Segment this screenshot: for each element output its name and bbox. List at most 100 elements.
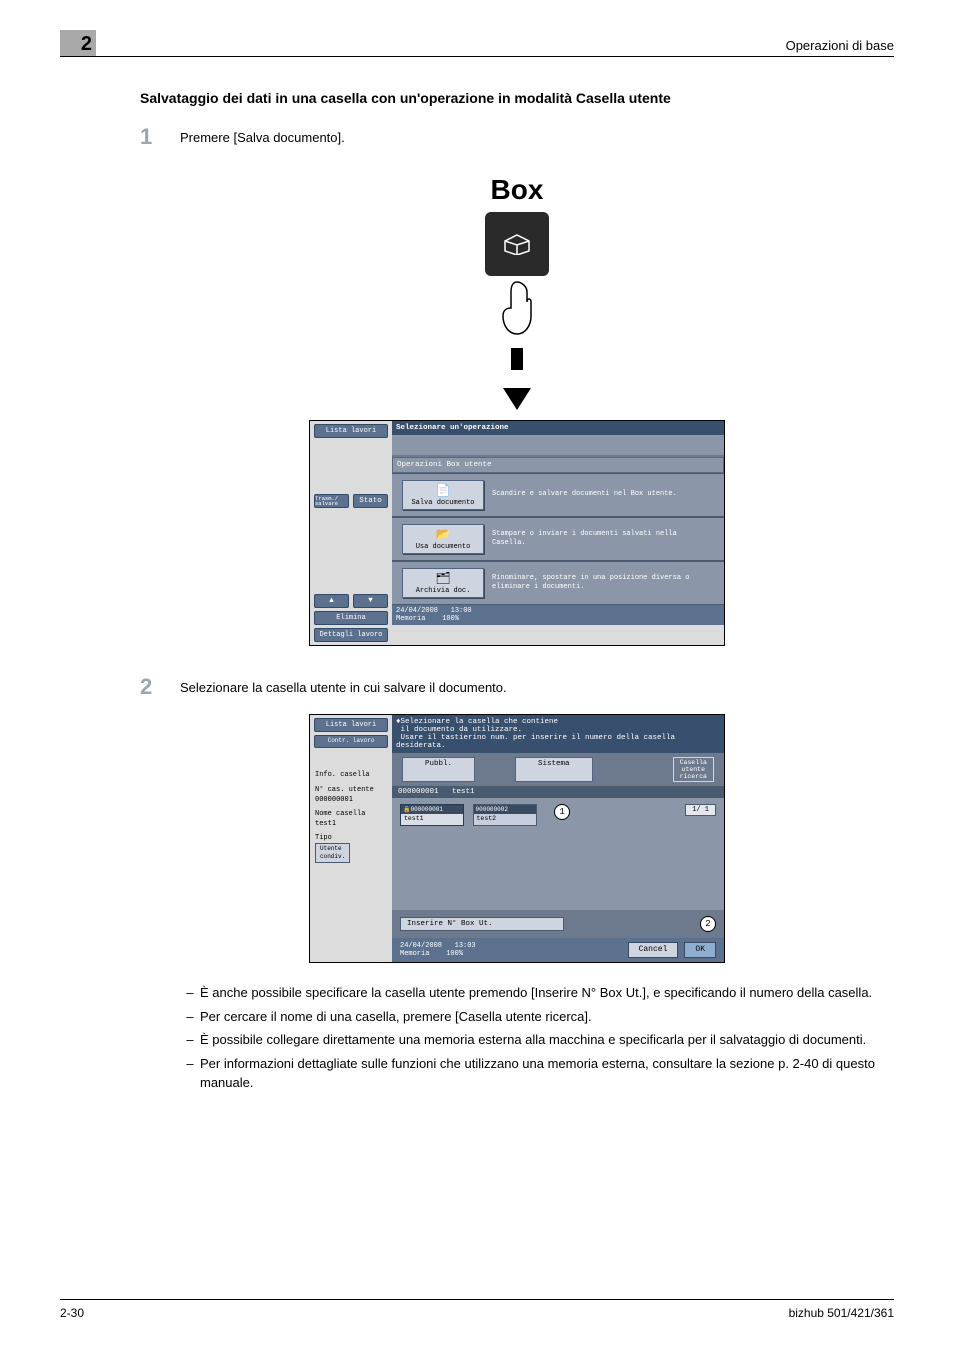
enter-box-number-button[interactable]: Inserire N° Box Ut. — [400, 917, 564, 931]
delete-button[interactable]: Elimina — [314, 611, 388, 625]
page: 2 Operazioni di base Salvataggio dei dat… — [0, 0, 954, 1350]
box-num-label: N° cas. utente — [315, 786, 387, 795]
box-num-val: 000000001 — [315, 795, 387, 804]
bullet-1: –È anche possibile specificare la casell… — [180, 983, 894, 1003]
status2-date: 24/04/2008 — [400, 942, 442, 950]
footer: 2-30 bizhub 501/421/361 — [60, 1299, 894, 1320]
step-2-number: 2 — [140, 674, 180, 700]
step-1-number: 1 — [140, 124, 180, 150]
list-header-num: 000000001 — [398, 788, 439, 796]
status2-mem-val: 100% — [446, 950, 463, 958]
box-name-val: test1 — [315, 819, 387, 828]
save-document-label: Salva documento — [411, 499, 474, 507]
callout-2: 2 — [700, 916, 716, 932]
bullet-2: –Per cercare il nome di una casella, pre… — [180, 1007, 894, 1027]
box-list-area: 🔒000000001 test1 000000002 test2 1 1/ 1 — [392, 798, 724, 910]
step-1-text: Premere [Salva documento]. — [180, 124, 345, 145]
footer-page: 2-30 — [60, 1306, 84, 1320]
box-type-val: Utente condiv. — [315, 843, 350, 863]
job-control-button[interactable]: Contr. lavoro — [314, 735, 388, 748]
figure-screen-1: Lista lavori Trasm./ salvare Stato ▲ ▼ E… — [140, 420, 894, 646]
bullet-4-text: Per informazioni dettagliate sulle funzi… — [200, 1054, 894, 1093]
step-1: 1 Premere [Salva documento]. — [140, 124, 894, 150]
dialog-buttons: 24/04/2008 13:03 Memoria 100% Cancel OK — [392, 938, 724, 962]
file-document-button[interactable]: 🗂 Archivia doc. — [402, 568, 484, 598]
arrow-down-button[interactable]: ▼ — [353, 594, 388, 608]
page-indicator: 1/ 1 — [685, 804, 716, 816]
file-document-label: Archivia doc. — [416, 587, 471, 595]
box2-name: test2 — [474, 814, 536, 823]
screen2-title-line2: il documento da utilizzare. — [401, 726, 523, 734]
figure-screen-2: Lista lavori Contr. lavoro Info. casella… — [140, 714, 894, 963]
screen1-subheader: Operazioni Box utente — [392, 457, 724, 473]
bullet-list: –È anche possibile specificare la casell… — [180, 983, 894, 1093]
screen2-title-line3: Usare il tastierino num. per inserire il… — [396, 734, 675, 750]
arrow-down-stem — [511, 348, 523, 370]
job-list-button-2[interactable]: Lista lavori — [314, 718, 388, 732]
step-2-text: Selezionare la casella utente in cui sal… — [180, 674, 507, 695]
screen-1: Lista lavori Trasm./ salvare Stato ▲ ▼ E… — [309, 420, 725, 646]
save-document-desc: Scandire e salvare documenti nel Box ute… — [492, 490, 714, 499]
screen-2: Lista lavori Contr. lavoro Info. casella… — [309, 714, 725, 963]
step-2: 2 Selezionare la casella utente in cui s… — [140, 674, 894, 700]
op-row-file: 🗂 Archivia doc. Rinominare, spostare in … — [392, 561, 724, 605]
screen1-right-panel: Selezionare un'operazione Operazioni Box… — [392, 421, 724, 625]
use-icon: 📂 — [403, 525, 483, 543]
tab-public[interactable]: Pubbl. — [402, 757, 475, 782]
callout-1: 1 — [554, 804, 570, 820]
screen2-title: ♦Selezionare la casella che contiene il … — [392, 715, 724, 753]
status-date: 24/04/2008 — [396, 607, 438, 615]
job-details-button[interactable]: Dettagli lavoro — [314, 628, 388, 642]
screen1-title: Selezionare un'operazione — [392, 421, 724, 435]
status2-mem-label: Memoria — [400, 950, 429, 958]
save-document-button[interactable]: 📄 Salva documento — [402, 480, 484, 510]
list-header: 000000001 test1 — [392, 786, 724, 798]
status-mem-val: 100% — [442, 615, 459, 623]
finger-icon — [495, 278, 539, 338]
status-time: 13:00 — [451, 607, 472, 615]
box-card-1[interactable]: 🔒000000001 test1 — [400, 804, 464, 826]
box-card-2[interactable]: 000000002 test2 — [473, 804, 537, 826]
file-document-desc: Rinominare, spostare in una posizione di… — [492, 574, 714, 592]
bullet-3-text: È possibile collegare direttamente una m… — [200, 1030, 866, 1050]
figure-box-key: Box — [140, 164, 894, 338]
bullet-2-text: Per cercare il nome di una casella, prem… — [200, 1007, 592, 1027]
section-title: Salvataggio dei dati in una casella con … — [140, 90, 894, 106]
arrow-down-icon — [503, 388, 531, 410]
op-row-save: 📄 Salva documento Scandire e salvare doc… — [392, 473, 724, 517]
cancel-button[interactable]: Cancel — [628, 942, 679, 958]
side-tab-transmit[interactable]: Trasm./ salvare — [314, 494, 349, 508]
screen1-status-bar: 24/04/2008 13:00 Memoria 100% — [392, 605, 724, 625]
chapter-tab: 2 — [60, 30, 96, 56]
status-mem-label: Memoria — [396, 615, 425, 623]
tab-system[interactable]: Sistema — [515, 757, 593, 782]
status2-time: 13:03 — [455, 942, 476, 950]
box-search-button[interactable]: Casella utente ricerca — [673, 757, 714, 782]
file-icon: 🗂 — [403, 569, 483, 587]
bullet-1-text: È anche possibile specificare la casella… — [200, 983, 872, 1003]
side-arrows: ▲ ▼ — [314, 594, 388, 608]
op-row-use: 📂 Usa documento Stampare o inviare i doc… — [392, 517, 724, 561]
box-info: Info. casella N° cas. utente 000000001 N… — [310, 769, 392, 865]
side-tabs: Trasm./ salvare Stato — [314, 494, 388, 508]
use-document-button[interactable]: 📂 Usa documento — [402, 524, 484, 554]
box1-name: test1 — [401, 814, 463, 823]
job-list-button[interactable]: Lista lavori — [314, 424, 388, 438]
figure-arrow — [140, 348, 894, 410]
screen2-left-panel: Lista lavori Contr. lavoro Info. casella… — [310, 715, 392, 865]
header-section: Operazioni di base — [786, 38, 894, 53]
footer-model: bizhub 501/421/361 — [789, 1306, 894, 1320]
box-glyph-icon — [503, 233, 531, 255]
input-row: Inserire N° Box Ut. 2 — [392, 910, 724, 938]
box1-num: 000000001 — [410, 806, 442, 813]
tab-row: Pubbl. Sistema Casella utente ricerca — [392, 753, 724, 786]
list-header-name: test1 — [452, 788, 475, 796]
arrow-up-button[interactable]: ▲ — [314, 594, 349, 608]
screen2-title-line1: Selezionare la casella che contiene — [401, 718, 559, 726]
side-tab-status[interactable]: Stato — [353, 494, 388, 508]
ok-button[interactable]: OK — [684, 942, 716, 958]
box-name-label: Nome casella — [315, 810, 387, 819]
content: Salvataggio dei dati in una casella con … — [140, 90, 894, 1093]
screen2-right-panel: ♦Selezionare la casella che contiene il … — [392, 715, 724, 962]
info-title: Info. casella — [315, 771, 387, 780]
